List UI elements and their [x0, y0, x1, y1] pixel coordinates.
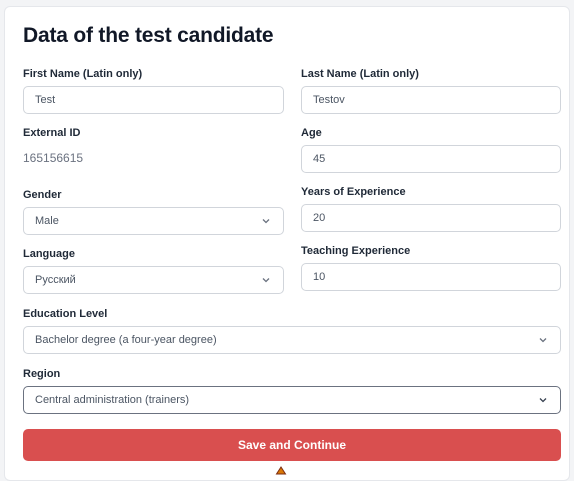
teaching-experience-input[interactable]: 10: [301, 263, 561, 291]
save-and-continue-button[interactable]: Save and Continue: [23, 429, 561, 461]
last-name-value: Testov: [313, 94, 345, 106]
education-level-value: Bachelor degree (a four-year degree): [35, 334, 217, 346]
age-input[interactable]: 45: [301, 145, 561, 173]
education-level-select[interactable]: Bachelor degree (a four-year degree): [23, 326, 561, 354]
page-title: Data of the test candidate: [23, 24, 274, 47]
last-name-label: Last Name (Latin only): [301, 68, 419, 80]
first-name-input[interactable]: Test: [23, 86, 284, 114]
language-label: Language: [23, 248, 75, 260]
region-select[interactable]: Central administration (trainers): [23, 386, 561, 414]
chevron-down-icon: [262, 219, 270, 224]
language-select[interactable]: Русский: [23, 266, 284, 294]
external-id-label: External ID: [23, 127, 81, 139]
teaching-experience-value: 10: [313, 271, 326, 283]
gender-select[interactable]: Male: [23, 207, 284, 235]
years-experience-label: Years of Experience: [301, 186, 406, 198]
region-label: Region: [23, 368, 61, 380]
age-value: 45: [313, 153, 326, 165]
external-id-value: 165156615: [23, 151, 84, 165]
chevron-down-icon: [262, 278, 270, 283]
teaching-experience-label: Teaching Experience: [301, 245, 411, 257]
chevron-down-icon: [539, 338, 547, 343]
years-experience-input[interactable]: 20: [301, 204, 561, 232]
region-value: Central administration (trainers): [35, 394, 190, 406]
save-and-continue-label: Save and Continue: [237, 438, 347, 452]
chevron-down-icon: [539, 398, 547, 403]
education-level-label: Education Level: [23, 308, 108, 320]
gender-value: Male: [35, 215, 59, 227]
language-value: Русский: [35, 274, 76, 286]
years-experience-value: 20: [313, 212, 326, 224]
cursor-pointer-icon: [275, 466, 287, 475]
first-name-value: Test: [35, 94, 56, 106]
first-name-label: First Name (Latin only): [23, 68, 143, 80]
last-name-input[interactable]: Testov: [301, 86, 561, 114]
age-label: Age: [301, 127, 322, 139]
gender-label: Gender: [23, 189, 62, 201]
